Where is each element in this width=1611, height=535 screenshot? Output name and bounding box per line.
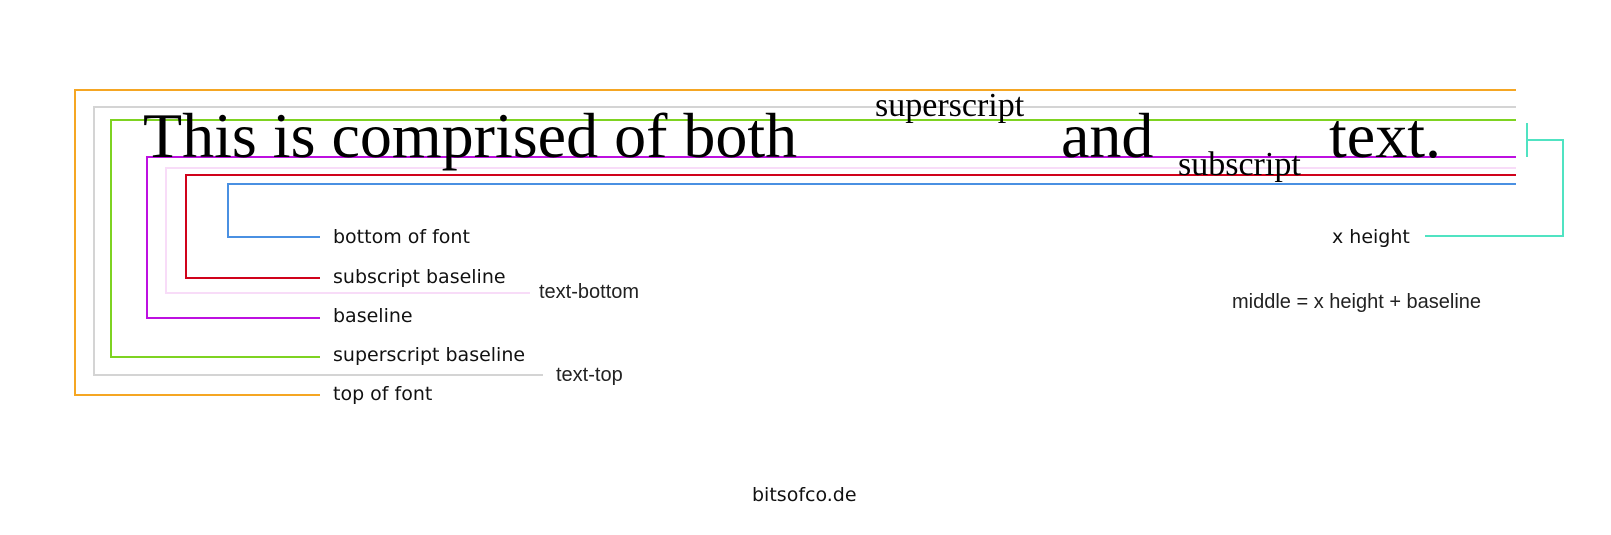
subscript-text: subscript: [1178, 146, 1301, 183]
label-top-of-font: top of font: [333, 383, 432, 405]
label-text-bottom: text-bottom: [539, 281, 639, 303]
superscript-text: superscript: [875, 87, 1025, 124]
label-text-top: text-top: [556, 364, 623, 386]
label-middle: middle = x height + baseline: [1232, 291, 1481, 313]
font-metrics-diagram: This is comprised of both superscript an…: [74, 87, 1564, 506]
sentence-part-1: This is comprised of both: [143, 100, 797, 171]
label-x-height: x height: [1332, 226, 1410, 248]
sentence-part-3: text.: [1329, 100, 1441, 171]
label-bottom-of-font: bottom of font: [333, 226, 470, 248]
label-subscript-baseline: subscript baseline: [333, 266, 506, 288]
x-height-bracket: [1425, 123, 1564, 237]
sentence-part-2: and: [1061, 100, 1153, 171]
label-superscript-baseline: superscript baseline: [333, 344, 525, 366]
sample-sentence: This is comprised of both superscript an…: [143, 87, 1441, 183]
footer-credit: bitsofco.de: [752, 484, 857, 506]
label-baseline: baseline: [333, 305, 413, 327]
